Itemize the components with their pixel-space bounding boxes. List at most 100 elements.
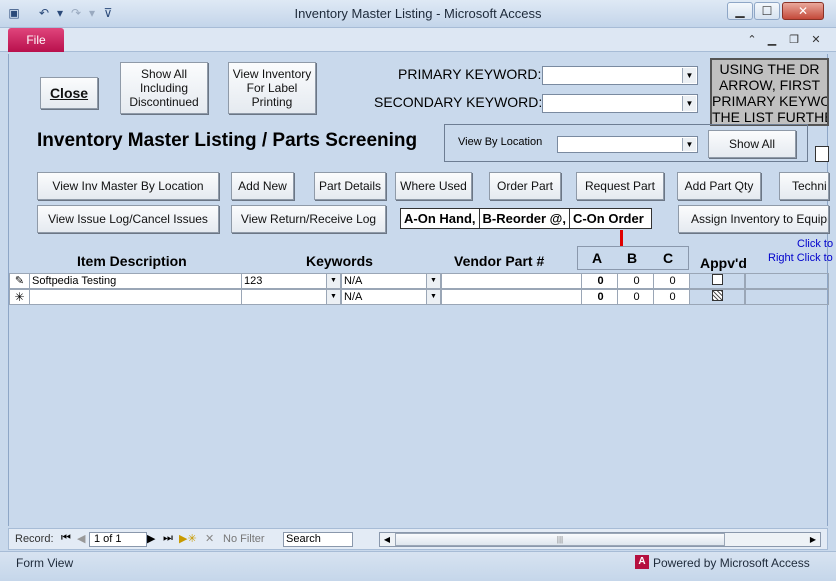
table-row[interactable]: ✎ Softpedia Testing 123 ▼ N/A ▼ 0 0 0 (9, 273, 829, 289)
partial-checkbox[interactable] (815, 146, 829, 162)
new-record-nav-icon[interactable]: ▶✳ (179, 532, 197, 545)
instruction-line: ARROW, FIRST (718, 77, 821, 93)
header-item-description: Item Description (77, 253, 187, 269)
keyword1-value: 123 (244, 275, 263, 287)
keyword2-value: N/A (344, 291, 363, 303)
show-all-button[interactable]: Show All (708, 130, 796, 158)
new-record-icon: ✳ (9, 289, 30, 305)
search-input[interactable]: Search (283, 532, 353, 547)
primary-keyword-label: PRIMARY KEYWORD: (398, 66, 542, 82)
previous-record-icon[interactable]: ◀ (77, 532, 85, 545)
window-title: Inventory Master Listing - Microsoft Acc… (294, 6, 542, 21)
chevron-down-icon[interactable]: ▼ (682, 96, 696, 111)
table-row[interactable]: ✳ ▼ N/A ▼ 0 0 0 (9, 289, 829, 305)
header-vendor-part: Vendor Part # (454, 253, 545, 269)
order-part-button[interactable]: Order Part (489, 172, 561, 200)
view-issue-log-button[interactable]: View Issue Log/Cancel Issues (37, 205, 219, 233)
legend-divider (620, 230, 623, 246)
chevron-down-icon[interactable]: ▼ (326, 274, 340, 288)
c-cell[interactable]: 0 (653, 289, 690, 305)
approved-cell (689, 273, 745, 289)
primary-keyword-combo[interactable]: ▼ (542, 66, 698, 85)
next-record-icon[interactable]: ▶ (147, 532, 155, 545)
add-new-button[interactable]: Add New (231, 172, 294, 200)
mdi-restore-icon[interactable]: ❐ (786, 32, 802, 48)
right-click-hint: Right Click to (768, 252, 833, 264)
inventory-form: Close Show All Including Discontinued Vi… (8, 54, 833, 526)
close-window-button[interactable]: ✕ (782, 2, 824, 20)
mdi-minimize-icon[interactable]: ▁ (764, 32, 780, 48)
scroll-right-icon[interactable]: ▶ (806, 533, 820, 546)
chevron-down-icon[interactable]: ▼ (326, 290, 340, 304)
keyword2-combo[interactable]: N/A ▼ (341, 289, 441, 305)
vendor-part-cell[interactable] (441, 273, 582, 289)
close-button[interactable]: Close (40, 77, 98, 109)
scroll-left-icon[interactable]: ◀ (380, 533, 394, 546)
form-title: Inventory Master Listing / Parts Screeni… (37, 130, 418, 151)
view-mode-label: Form View (16, 556, 74, 570)
scroll-thumb[interactable]: ||| (395, 533, 725, 546)
collapse-ribbon-icon[interactable]: ⌃ (744, 32, 760, 48)
secondary-keyword-combo[interactable]: ▼ (542, 94, 698, 113)
approved-checkbox[interactable] (712, 290, 723, 301)
keyword1-combo[interactable]: ▼ (241, 289, 341, 305)
part-details-button[interactable]: Part Details (314, 172, 386, 200)
where-used-button[interactable]: Where Used (395, 172, 472, 200)
legend-a: A-On Hand, (401, 209, 480, 228)
first-record-icon[interactable]: ⏮ (61, 532, 71, 545)
record-label: Record: (15, 533, 54, 545)
status-bar: Form View A Powered by Microsoft Access (0, 551, 836, 581)
title-bar: ▣ ↶ ▾ ↷ ▾ ⊽ Inventory Master Listing - M… (0, 0, 836, 28)
chevron-down-icon[interactable]: ▼ (682, 138, 696, 151)
assign-inventory-button[interactable]: Assign Inventory to Equipme (678, 205, 829, 233)
powered-by-label: Powered by Microsoft Access (653, 556, 810, 570)
request-part-button[interactable]: Request Part (576, 172, 664, 200)
keyword1-combo[interactable]: 123 ▼ (241, 273, 341, 289)
vendor-part-cell[interactable] (441, 289, 582, 305)
a-cell[interactable]: 0 (581, 273, 618, 289)
click-hint: Click to (797, 238, 834, 250)
chevron-down-icon[interactable]: ▼ (682, 68, 696, 83)
record-position-input[interactable]: 1 of 1 (89, 532, 147, 547)
minimize-button[interactable]: ▁ (727, 2, 753, 20)
keyword2-combo[interactable]: N/A ▼ (341, 273, 441, 289)
view-return-receive-log-button[interactable]: View Return/Receive Log (231, 205, 386, 233)
horizontal-scrollbar[interactable]: ◀ ||| ▶ (379, 532, 821, 547)
legend-b: B-Reorder @, (480, 209, 570, 228)
instruction-line: THE LIST FURTHE (712, 109, 829, 125)
maximize-button[interactable]: ☐ (754, 2, 780, 20)
approved-cell (689, 289, 745, 305)
b-cell[interactable]: 0 (617, 273, 654, 289)
technical-button[interactable]: Techni (779, 172, 829, 200)
instruction-line: USING THE DR (719, 61, 820, 77)
mdi-close-icon[interactable]: ✕ (808, 32, 824, 48)
header-approved: Appv'd (700, 255, 747, 271)
a-cell[interactable]: 0 (581, 289, 618, 305)
file-tab[interactable]: File (8, 28, 64, 52)
ribbon-bar: File ⌃ ▁ ❐ ✕ (0, 28, 836, 52)
c-cell[interactable]: 0 (653, 273, 690, 289)
add-part-qty-button[interactable]: Add Part Qty (677, 172, 761, 200)
view-inv-master-by-location-button[interactable]: View Inv Master By Location (37, 172, 219, 200)
header-keywords: Keywords (306, 253, 373, 269)
description-cell[interactable]: Softpedia Testing (29, 273, 242, 289)
instruction-box: USING THE DR ARROW, FIRST PRIMARY KEYWO … (710, 58, 829, 126)
b-cell[interactable]: 0 (617, 289, 654, 305)
extra-cell (745, 273, 829, 289)
approved-checkbox[interactable] (712, 274, 723, 285)
chevron-down-icon[interactable]: ▼ (426, 290, 440, 304)
view-by-location-combo[interactable]: ▼ (557, 136, 698, 153)
keyword2-value: N/A (344, 275, 363, 287)
view-label-printing-button[interactable]: View Inventory For Label Printing (228, 62, 316, 114)
legend-c: C-On Order (572, 211, 644, 226)
record-navigation-bar: Record: ⏮ ◀ 1 of 1 ▶ ⏭ ▶✳ ✕ No Filter Se… (8, 528, 828, 550)
filter-icon[interactable]: ✕ (205, 532, 214, 545)
secondary-keyword-label: SECONDARY KEYWORD: (374, 94, 543, 110)
show-all-discontinued-button[interactable]: Show All Including Discontinued (120, 62, 208, 114)
chevron-down-icon[interactable]: ▼ (426, 274, 440, 288)
extra-cell (745, 289, 829, 305)
last-record-icon[interactable]: ⏭ (163, 532, 173, 545)
instruction-line: PRIMARY KEYWO (712, 93, 829, 109)
no-filter-button[interactable]: No Filter (223, 533, 265, 545)
description-cell[interactable] (29, 289, 242, 305)
